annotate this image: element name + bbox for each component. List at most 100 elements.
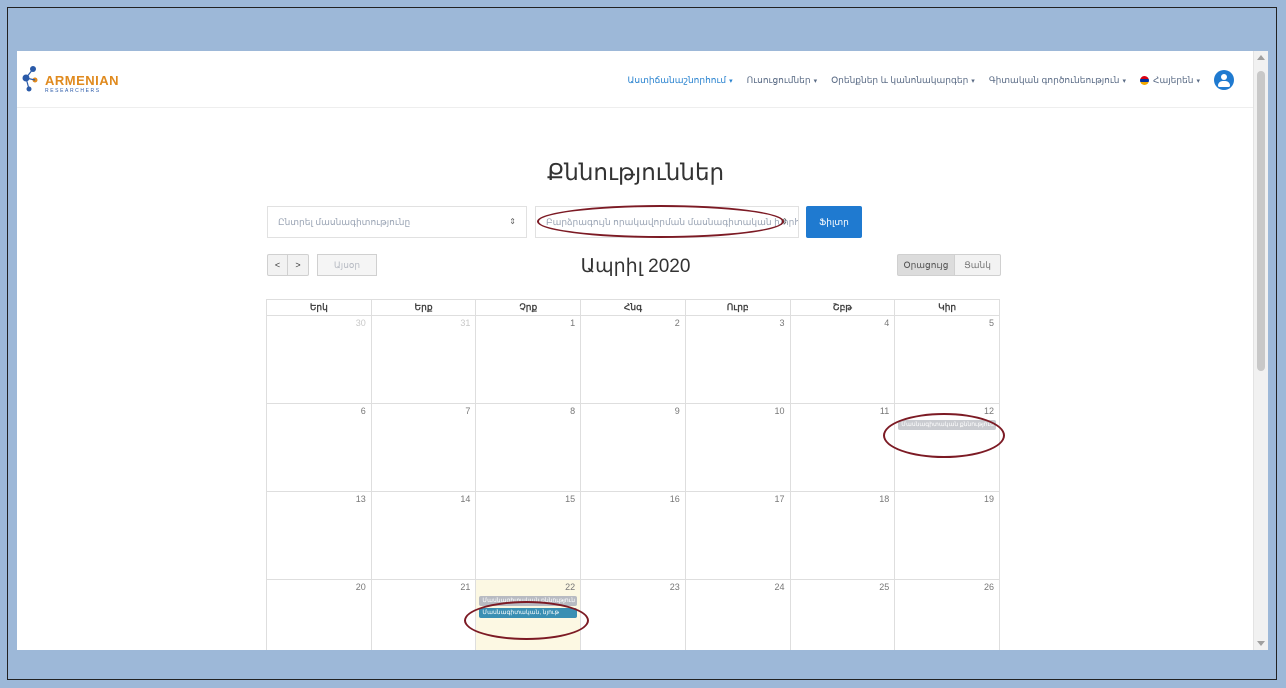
week-row: 13 14 15 16 17 18 19: [266, 491, 1000, 580]
day-cell[interactable]: 11: [789, 403, 896, 492]
nav-item-language[interactable]: Հայերեն ▾: [1140, 75, 1200, 86]
day-cell[interactable]: 20: [266, 579, 372, 650]
browser-viewport: ARMENIAN RESEARCHERS Աստիճանաշնորհում ▾ Ո…: [17, 51, 1268, 650]
nav-item-research[interactable]: Գիտական գործունեություն ▾: [989, 75, 1126, 86]
council-select-placeholder: Բարձրագույն որակավորման մասնագիտական խոր…: [546, 217, 798, 227]
day-number: 10: [774, 406, 785, 416]
nav-item-label: Գիտական գործունեություն: [988, 74, 1120, 85]
day-cell[interactable]: 6: [266, 403, 372, 492]
weekday-header: Երկ: [266, 299, 372, 316]
day-cell[interactable]: 10: [684, 403, 791, 492]
weekday-header-row: Երկ Երք Չրք Հնգ Ուրբ Շբթ Կիր: [266, 299, 1000, 316]
nav-item-label: Ուսուցումներ: [746, 74, 811, 85]
scroll-down-icon[interactable]: [1257, 641, 1265, 646]
day-cell[interactable]: 16: [580, 491, 686, 580]
day-number: 7: [465, 406, 471, 416]
day-number: 1: [570, 318, 576, 328]
day-cell[interactable]: 13: [266, 491, 372, 580]
select-arrows-icon: ⇕: [509, 217, 516, 226]
day-number: 31: [460, 318, 471, 328]
filter-button[interactable]: Ֆիլտր: [806, 206, 862, 238]
day-cell[interactable]: 8: [475, 403, 582, 492]
select-arrows-icon: ⇕: [781, 217, 788, 226]
day-cell[interactable]: 7: [370, 403, 477, 492]
nav-item-label: Օրենքներ և կանոնակարգեր: [831, 74, 969, 85]
day-cell[interactable]: 25: [789, 579, 896, 650]
day-cell[interactable]: 3: [684, 315, 791, 404]
nav-menu: Աստիճանաշնորհում ▾ Ուսուցումներ ▾ Օրենքներ…: [614, 70, 1234, 90]
weekday-header: Հնգ: [580, 299, 686, 316]
nav-item-laws[interactable]: Օրենքներ և կանոնակարգեր ▾: [831, 75, 975, 86]
day-number: 21: [460, 582, 471, 592]
day-cell[interactable]: 23: [580, 579, 686, 650]
top-navbar: ARMENIAN RESEARCHERS Աստիճանաշնորհում ▾ Ո…: [17, 51, 1254, 108]
weekday-header: Կիր: [894, 299, 1000, 316]
weekday-header: Շբթ: [789, 299, 896, 316]
week-row: 20 21 22 Մասնագիտական քննություն Մասնագի…: [266, 579, 1000, 650]
week-row: 6 7 8 9 10 11 12 Մասնագիտական քննություն: [266, 403, 1000, 492]
calendar-grid: Երկ Երք Չրք Հնգ Ուրբ Շբթ Կիր 30 31 1 2 3…: [266, 299, 1000, 650]
day-cell[interactable]: 12 Մասնագիտական քննություն: [894, 403, 1000, 492]
day-number: 11: [879, 406, 890, 416]
day-cell[interactable]: 24: [684, 579, 791, 650]
council-select[interactable]: Բարձրագույն որակավորման մասնագիտական խոր…: [535, 206, 799, 238]
chevron-down-icon: ▾: [813, 77, 818, 85]
day-number: 24: [774, 582, 785, 592]
chevron-down-icon: ▾: [1122, 77, 1126, 85]
day-number: 4: [884, 318, 890, 328]
user-avatar-icon[interactable]: [1214, 70, 1234, 90]
day-number: 20: [355, 582, 366, 592]
specialty-select-placeholder: Ընտրել մասնագիտությունը: [278, 217, 411, 227]
day-number: 16: [669, 494, 680, 504]
day-cell[interactable]: 2: [580, 315, 686, 404]
day-number: 23: [669, 582, 680, 592]
day-number: 15: [565, 494, 576, 504]
day-cell[interactable]: 19: [894, 491, 1000, 580]
day-cell[interactable]: 21: [370, 579, 477, 650]
chevron-down-icon: ▾: [971, 77, 975, 85]
day-cell[interactable]: 9: [580, 403, 686, 492]
chevron-down-icon: ▾: [1196, 77, 1200, 85]
nav-item-label: Հայերեն: [1153, 74, 1194, 85]
day-cell[interactable]: 4: [789, 315, 896, 404]
specialty-select[interactable]: Ընտրել մասնագիտությունը ⇕: [267, 206, 527, 238]
day-number: 22: [565, 582, 576, 592]
day-number: 19: [983, 494, 994, 504]
weekday-header: Ուրբ: [684, 299, 791, 316]
day-cell[interactable]: 17: [684, 491, 791, 580]
calendar-view-button[interactable]: Օրացույց: [897, 254, 955, 276]
logo-subtext: RESEARCHERS: [45, 88, 101, 94]
day-number: 26: [983, 582, 994, 592]
nav-item-trainings[interactable]: Ուսուցումներ ▾: [747, 75, 817, 86]
day-cell[interactable]: 14: [370, 491, 477, 580]
calendar-event[interactable]: Մասնագիտական քննություն: [898, 420, 996, 430]
day-number: 12: [983, 406, 994, 416]
day-cell[interactable]: 26: [894, 579, 1000, 650]
day-number: 13: [355, 494, 366, 504]
logo-text: ARMENIAN: [45, 73, 120, 88]
logo[interactable]: ARMENIAN RESEARCHERS: [21, 63, 121, 99]
nav-item-degrees[interactable]: Աստիճանաշնորհում ▾: [628, 75, 733, 86]
day-cell[interactable]: 5: [894, 315, 1000, 404]
logo-network-icon: [22, 66, 38, 92]
day-number: 9: [674, 406, 680, 416]
chevron-down-icon: ▾: [729, 77, 733, 85]
calendar-event[interactable]: Մասնագիտական քննություն: [479, 596, 578, 606]
day-cell[interactable]: 30: [266, 315, 372, 404]
day-number: 5: [988, 318, 994, 328]
scrollbar-thumb[interactable]: [1257, 71, 1265, 371]
day-cell-today[interactable]: 22 Մասնագիտական քննություն Մասնագիտական,…: [475, 579, 582, 650]
day-cell[interactable]: 1: [475, 315, 582, 404]
day-cell[interactable]: 18: [789, 491, 896, 580]
scroll-up-icon[interactable]: [1257, 55, 1265, 60]
day-cell[interactable]: 15: [475, 491, 582, 580]
list-view-button[interactable]: Ցանկ: [955, 254, 1001, 276]
day-number: 18: [879, 494, 890, 504]
vertical-scrollbar[interactable]: [1253, 51, 1268, 650]
day-number: 25: [879, 582, 890, 592]
nav-item-label: Աստիճանաշնորհում: [627, 74, 727, 85]
calendar-event[interactable]: Մասնագիտական, նյութ: [479, 608, 578, 618]
day-cell[interactable]: 31: [370, 315, 477, 404]
day-number: 2: [674, 318, 680, 328]
week-row: 30 31 1 2 3 4 5: [266, 315, 1000, 404]
